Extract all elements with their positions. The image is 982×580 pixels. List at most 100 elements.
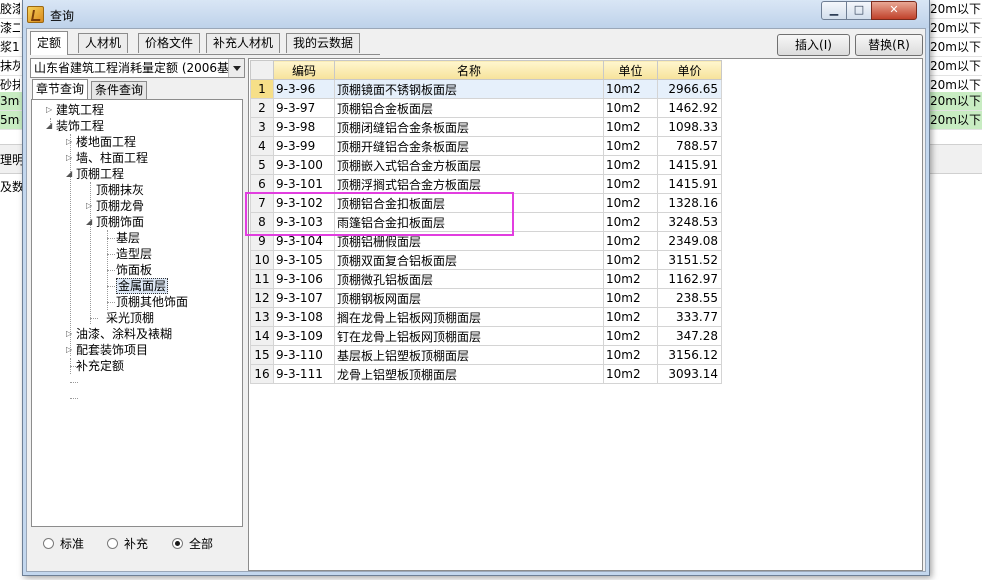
tree-node-floor[interactable]: ▷ 楼地面工程 — [66, 134, 136, 150]
cell-name[interactable]: 钉在龙骨上铝板网顶棚面层 — [334, 326, 604, 346]
row-number[interactable]: 15 — [250, 345, 274, 365]
cell-code[interactable]: 9-3-101 — [273, 174, 335, 194]
tree-node-finish-panel[interactable]: 饰面板 — [116, 262, 152, 278]
table-row[interactable]: 3 9-3-98 顶棚闭缝铝合金条板面层 10m2 1098.33 — [250, 117, 722, 137]
cell-price[interactable]: 788.57 — [657, 136, 722, 156]
expand-icon[interactable]: ▷ — [66, 150, 76, 166]
table-row[interactable]: 13 9-3-108 搁在龙骨上铝板网顶棚面层 10m2 333.77 — [250, 307, 722, 327]
cell-unit[interactable]: 10m2 — [603, 117, 658, 137]
radio-all[interactable]: 全部 — [172, 537, 213, 551]
maximize-button[interactable]: □ — [846, 1, 872, 20]
collapse-icon[interactable]: ◢ — [86, 214, 96, 230]
expand-icon[interactable]: ▷ — [66, 342, 76, 358]
cell-price[interactable]: 3093.14 — [657, 364, 722, 384]
tree-node-supplementary[interactable]: 补充定额 — [66, 358, 124, 374]
tree-node-building[interactable]: ▷ 建筑工程 — [46, 102, 104, 118]
cell-unit[interactable]: 10m2 — [603, 212, 658, 232]
collapse-icon[interactable]: ◢ — [46, 118, 56, 134]
row-number[interactable]: 12 — [250, 288, 274, 308]
tab-supplementary-material[interactable]: 补充人材机 — [206, 33, 281, 53]
tree-node-ceiling-plaster[interactable]: 顶棚抹灰 — [86, 182, 144, 198]
tree-node-paint[interactable]: ▷ 油漆、涂料及裱糊 — [66, 326, 172, 342]
cell-price[interactable]: 3156.12 — [657, 345, 722, 365]
cell-name[interactable]: 顶棚双面复合铝板面层 — [334, 250, 604, 270]
cell-code[interactable]: 9-3-98 — [273, 117, 335, 137]
tree-node-ceiling[interactable]: ◢ 顶棚工程 — [66, 166, 124, 182]
cell-unit[interactable]: 10m2 — [603, 345, 658, 365]
tree-node-shape-layer[interactable]: 造型层 — [116, 246, 152, 262]
table-row[interactable]: 12 9-3-107 顶棚钢板网面层 10m2 238.55 — [250, 288, 722, 308]
cell-unit[interactable]: 10m2 — [603, 174, 658, 194]
cell-unit[interactable]: 10m2 — [603, 98, 658, 118]
tab-cloud-data[interactable]: 我的云数据 — [286, 33, 361, 53]
tree-node-metal-surface[interactable]: 金属面层 — [116, 278, 169, 294]
tree-node-ceiling-finish[interactable]: ◢ 顶棚饰面 — [86, 214, 144, 230]
cell-unit[interactable]: 10m2 — [603, 307, 658, 327]
header-code[interactable]: 编码 — [273, 60, 335, 80]
radio-circle-icon[interactable] — [172, 538, 183, 549]
quota-set-select[interactable]: 山东省建筑工程消耗量定额 (2006基价 — [30, 58, 245, 78]
cell-name[interactable]: 顶棚嵌入式铝合金方板面层 — [334, 155, 604, 175]
radio-circle-icon[interactable] — [107, 538, 118, 549]
cell-code[interactable]: 9-3-100 — [273, 155, 335, 175]
cell-code[interactable]: 9-3-111 — [273, 364, 335, 384]
radio-standard[interactable]: 标准 — [43, 537, 84, 551]
row-number[interactable]: 5 — [250, 155, 274, 175]
header-unit[interactable]: 单位 — [603, 60, 658, 80]
table-row[interactable]: 5 9-3-100 顶棚嵌入式铝合金方板面层 10m2 1415.91 — [250, 155, 722, 175]
cell-unit[interactable]: 10m2 — [603, 79, 658, 99]
cell-name[interactable]: 顶棚浮搁式铝合金方板面层 — [334, 174, 604, 194]
tree-node-base-layer[interactable]: 基层 — [116, 230, 140, 246]
close-button[interactable]: ✕ — [871, 1, 917, 20]
cell-price[interactable]: 3151.52 — [657, 250, 722, 270]
row-number[interactable]: 14 — [250, 326, 274, 346]
row-number[interactable]: 16 — [250, 364, 274, 384]
cell-name[interactable]: 顶棚钢板网面层 — [334, 288, 604, 308]
expand-icon[interactable]: ▷ — [86, 198, 96, 214]
tab-quota[interactable]: 定额 — [30, 31, 69, 55]
cell-unit[interactable]: 10m2 — [603, 193, 658, 213]
minimize-button[interactable]: ▁ — [821, 1, 847, 20]
chevron-down-icon[interactable] — [228, 59, 244, 77]
dialog-titlebar[interactable]: 查询 ▁ □ ✕ — [23, 0, 929, 28]
cell-name[interactable]: 顶棚微孔铝板面层 — [334, 269, 604, 289]
cell-name[interactable]: 顶棚镜面不锈钢板面层 — [334, 79, 604, 99]
cell-price[interactable]: 3248.53 — [657, 212, 722, 232]
tree-node-ceiling-other[interactable]: 顶棚其他饰面 — [116, 294, 188, 310]
header-price[interactable]: 单价 — [657, 60, 722, 80]
cell-unit[interactable]: 10m2 — [603, 364, 658, 384]
cell-code[interactable]: 9-3-107 — [273, 288, 335, 308]
cell-price[interactable]: 1415.91 — [657, 174, 722, 194]
cell-price[interactable]: 2966.65 — [657, 79, 722, 99]
tab-labor-material[interactable]: 人材机 — [78, 33, 129, 53]
cell-price[interactable]: 1328.16 — [657, 193, 722, 213]
tree-node-decoration[interactable]: ◢ 装饰工程 — [46, 118, 104, 134]
row-number[interactable]: 2 — [250, 98, 274, 118]
row-number[interactable]: 13 — [250, 307, 274, 327]
cell-unit[interactable]: 10m2 — [603, 136, 658, 156]
table-row[interactable]: 1 9-3-96 顶棚镜面不锈钢板面层 10m2 2966.65 — [250, 79, 722, 99]
cell-name[interactable]: 顶棚铝合金板面层 — [334, 98, 604, 118]
table-row[interactable]: 2 9-3-97 顶棚铝合金板面层 10m2 1462.92 — [250, 98, 722, 118]
collapse-icon[interactable]: ◢ — [66, 166, 76, 182]
tab-chapter-query[interactable]: 章节查询 — [32, 79, 89, 99]
cell-code[interactable]: 9-3-106 — [273, 269, 335, 289]
cell-name[interactable]: 顶棚闭缝铝合金条板面层 — [334, 117, 604, 137]
cell-code[interactable]: 9-3-108 — [273, 307, 335, 327]
table-row[interactable]: 14 9-3-109 钉在龙骨上铝板网顶棚面层 10m2 347.28 — [250, 326, 722, 346]
cell-code[interactable]: 9-3-96 — [273, 79, 335, 99]
expand-icon[interactable]: ▷ — [66, 326, 76, 342]
tree-node-accessory[interactable]: ▷ 配套装饰项目 — [66, 342, 148, 358]
cell-unit[interactable]: 10m2 — [603, 250, 658, 270]
cell-price[interactable]: 238.55 — [657, 288, 722, 308]
cell-name[interactable]: 顶棚开缝铝合金条板面层 — [334, 136, 604, 156]
cell-price[interactable]: 1415.91 — [657, 155, 722, 175]
insert-button[interactable]: 插入(I) — [777, 34, 850, 56]
header-name[interactable]: 名称 — [334, 60, 604, 80]
row-number[interactable]: 3 — [250, 117, 274, 137]
cell-code[interactable]: 9-3-105 — [273, 250, 335, 270]
cell-unit[interactable]: 10m2 — [603, 288, 658, 308]
cell-price[interactable]: 2349.08 — [657, 231, 722, 251]
radio-supplement[interactable]: 补充 — [107, 537, 148, 551]
table-row[interactable]: 10 9-3-105 顶棚双面复合铝板面层 10m2 3151.52 — [250, 250, 722, 270]
